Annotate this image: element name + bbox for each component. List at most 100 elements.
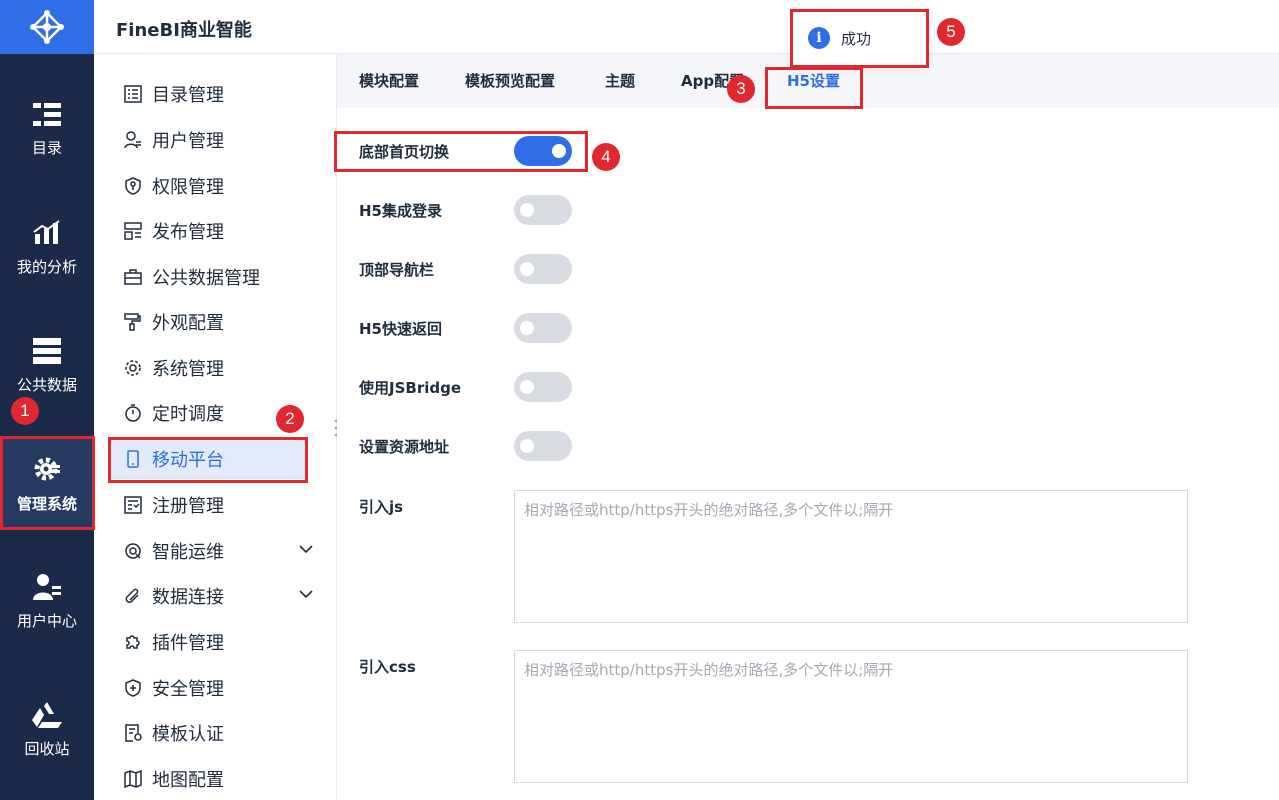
setting-label: H5集成登录 bbox=[359, 201, 442, 220]
paperclip-icon bbox=[122, 585, 144, 607]
tab-theme[interactable]: 主题 bbox=[605, 54, 635, 108]
chevron-down-icon[interactable] bbox=[298, 541, 314, 562]
rail-item-admin-system[interactable]: 管理系统 bbox=[0, 438, 94, 530]
app-rail: 目录 我的分析 公共数据 管理系统 用户中心 回收站 bbox=[0, 0, 94, 800]
puzzle-icon bbox=[122, 631, 144, 653]
step-badge: 2 bbox=[276, 405, 304, 433]
subnav-item-label: 外观配置 bbox=[152, 313, 224, 334]
import-css-input[interactable] bbox=[514, 650, 1188, 783]
subnav-item-catalog-mgmt[interactable]: 目录管理 bbox=[108, 74, 308, 114]
analysis-icon bbox=[33, 219, 60, 244]
import-css-label: 引入css bbox=[359, 658, 416, 676]
main-panel: 模块配置 模板预览配置 主题 App配置 H5设置 底部首页切换 H5集成登录 … bbox=[337, 54, 1279, 800]
certificate-icon bbox=[122, 722, 144, 744]
subnav-item-data-connection[interactable]: 数据连接 bbox=[108, 576, 313, 616]
setting-label: 顶部导航栏 bbox=[359, 260, 435, 279]
subnav-item-permission-mgmt[interactable]: 权限管理 bbox=[108, 166, 308, 206]
subnav-item-label: 模板认证 bbox=[152, 724, 224, 745]
list-icon bbox=[122, 83, 144, 105]
step-badge: 3 bbox=[727, 75, 755, 103]
toast-message: 成功 bbox=[841, 29, 872, 48]
subnav-item-security-mgmt[interactable]: 安全管理 bbox=[108, 668, 308, 708]
rail-item-label: 公共数据 bbox=[16, 375, 77, 394]
briefcase-icon bbox=[122, 266, 144, 288]
shield-key-icon bbox=[122, 175, 144, 197]
rail-item-label: 管理系统 bbox=[16, 494, 77, 513]
subnav-item-label: 公共数据管理 bbox=[152, 268, 260, 289]
import-js-label: 引入js bbox=[359, 498, 404, 516]
subnav-item-label: 注册管理 bbox=[152, 496, 224, 517]
subnav-item-system-mgmt[interactable]: 系统管理 bbox=[108, 348, 308, 388]
rail-item-user-center[interactable]: 用户中心 bbox=[0, 556, 94, 648]
chevron-down-icon[interactable] bbox=[298, 586, 314, 607]
catalog-icon bbox=[33, 102, 61, 126]
bottom-home-toggle[interactable] bbox=[514, 136, 572, 166]
setting-row-h5-login: H5集成登录 bbox=[359, 195, 572, 225]
stopwatch-icon bbox=[122, 402, 144, 424]
ops-icon bbox=[122, 540, 144, 562]
resource-addr-toggle[interactable] bbox=[514, 431, 572, 461]
subnav-item-label: 发布管理 bbox=[152, 222, 224, 243]
jsbridge-toggle[interactable] bbox=[514, 372, 572, 402]
user-icon bbox=[122, 129, 144, 151]
rail-item-catalog[interactable]: 目录 bbox=[0, 84, 94, 176]
subnav-item-user-mgmt[interactable]: 用户管理 bbox=[108, 120, 308, 160]
step-badge: 1 bbox=[11, 397, 39, 425]
setting-row-h5-quick-back: H5快速返回 bbox=[359, 313, 572, 343]
subnav-item-publish-mgmt[interactable]: 发布管理 bbox=[108, 211, 308, 251]
rail-item-label: 目录 bbox=[31, 138, 62, 157]
subnav-item-label: 移动平台 bbox=[152, 450, 224, 471]
rail-item-public-data[interactable]: 公共数据 bbox=[0, 320, 94, 412]
subnav-item-map-config[interactable]: 地图配置 bbox=[108, 759, 308, 799]
setting-row-bottom-home: 底部首页切换 bbox=[359, 136, 572, 166]
subnav-item-appearance[interactable]: 外观配置 bbox=[108, 302, 308, 342]
rail-item-recycle-bin[interactable]: 回收站 bbox=[0, 684, 94, 776]
publish-icon bbox=[122, 220, 144, 242]
subnav-item-label: 系统管理 bbox=[152, 359, 224, 380]
subnav-item-label: 安全管理 bbox=[152, 679, 224, 700]
subnav-item-template-cert[interactable]: 模板认证 bbox=[108, 713, 308, 753]
user-center-icon bbox=[33, 573, 61, 600]
subnav-item-label: 目录管理 bbox=[152, 85, 224, 106]
subnav-item-label: 定时调度 bbox=[152, 404, 224, 425]
setting-row-jsbridge: 使用JSBridge bbox=[359, 372, 572, 402]
step-badge: 4 bbox=[592, 143, 620, 171]
shield-plus-icon bbox=[122, 677, 144, 699]
rail-item-label: 用户中心 bbox=[16, 611, 77, 630]
subnav-item-label: 数据连接 bbox=[152, 587, 224, 608]
success-toast: i 成功 bbox=[793, 11, 927, 65]
subnav-item-smart-ops[interactable]: 智能运维 bbox=[108, 531, 313, 571]
subnav-item-register-mgmt[interactable]: 注册管理 bbox=[108, 485, 308, 525]
subnav-item-public-data-mgmt[interactable]: 公共数据管理 bbox=[108, 257, 308, 297]
info-icon: i bbox=[808, 27, 830, 49]
setting-row-top-nav: 顶部导航栏 bbox=[359, 254, 572, 284]
paint-roller-icon bbox=[122, 311, 144, 333]
setting-label: H5快速返回 bbox=[359, 319, 442, 338]
import-js-input[interactable] bbox=[514, 490, 1188, 623]
mobile-icon bbox=[122, 448, 144, 470]
h5-login-toggle[interactable] bbox=[514, 195, 572, 225]
app-logo[interactable] bbox=[0, 0, 94, 54]
map-icon bbox=[122, 768, 144, 790]
public-data-icon bbox=[33, 337, 61, 364]
setting-label: 底部首页切换 bbox=[359, 142, 450, 161]
setting-label: 使用JSBridge bbox=[359, 378, 462, 397]
subnav-item-plugin-mgmt[interactable]: 插件管理 bbox=[108, 622, 308, 662]
subnav-item-label: 智能运维 bbox=[152, 542, 224, 563]
top-nav-toggle[interactable] bbox=[514, 254, 572, 284]
subnav-item-mobile-platform[interactable]: 移动平台 bbox=[108, 439, 308, 479]
subnav-item-label: 地图配置 bbox=[152, 770, 224, 791]
subnav-item-label: 插件管理 bbox=[152, 633, 224, 654]
subnav-item-label: 权限管理 bbox=[152, 177, 224, 198]
setting-label: 设置资源地址 bbox=[359, 437, 450, 456]
setting-row-resource-addr: 设置资源地址 bbox=[359, 431, 572, 461]
rail-item-label: 我的分析 bbox=[16, 257, 77, 276]
tab-module-config[interactable]: 模块配置 bbox=[359, 54, 419, 108]
h5-quick-back-toggle[interactable] bbox=[514, 313, 572, 343]
tab-template-preview[interactable]: 模板预览配置 bbox=[465, 54, 555, 108]
gear-icon bbox=[34, 457, 60, 480]
gear-icon bbox=[122, 357, 144, 379]
rail-item-my-analysis[interactable]: 我的分析 bbox=[0, 202, 94, 294]
top-header: FineBI商业智能 bbox=[94, 0, 1279, 54]
logo-icon bbox=[30, 10, 64, 44]
